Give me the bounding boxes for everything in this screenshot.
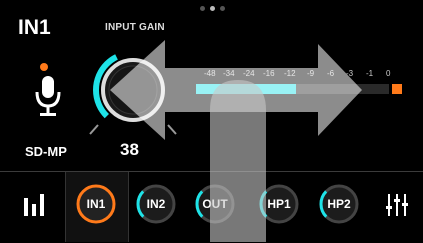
clip-indicator [392,84,402,94]
input-gain-value: 38 [120,140,139,159]
meter-tick-label: -6 [327,69,335,78]
page-indicator [200,6,230,12]
tab-out[interactable]: OUT [194,183,236,225]
bar-meter-icon[interactable] [22,192,46,218]
tab-label: IN2 [146,197,166,211]
tab-hp1[interactable]: HP1 [258,183,300,225]
meter-tick-label: -3 [346,69,354,78]
meter-tick-label: -48 [204,69,216,78]
tab-hp2[interactable]: HP2 [318,183,360,225]
meter-scale: -48 -34 -24 -16 -12 -9 -6 -3 -1 0 [200,69,400,81]
tab-in2[interactable]: IN2 [135,183,177,225]
meter-tick-label: -16 [263,69,275,78]
input-gain-label: INPUT GAIN [105,22,165,33]
page-dot [220,6,225,11]
meter-tick-label: -9 [307,69,315,78]
tab-label: IN1 [86,197,106,211]
meter-tick-label: 0 [386,69,391,78]
tab-label: HP1 [267,197,291,211]
input-gain-knob[interactable] [78,40,188,145]
page-dot-active [210,6,215,11]
microphone-icon [35,76,61,116]
meter-tick-label: -24 [243,69,255,78]
meter-tick-label: -34 [223,69,235,78]
tab-label: OUT [202,197,228,211]
tab-label: HP2 [327,197,351,211]
channel-title: IN1 [18,16,51,39]
meter-tick-label: -12 [284,69,296,78]
tab-in1[interactable]: IN1 [75,183,117,225]
level-meter-fill [196,84,296,94]
mixer-sliders-icon[interactable] [386,192,408,218]
device-name: SD-MP [25,144,67,159]
page-dot [200,6,205,11]
meter-tick-label: -1 [366,69,374,78]
